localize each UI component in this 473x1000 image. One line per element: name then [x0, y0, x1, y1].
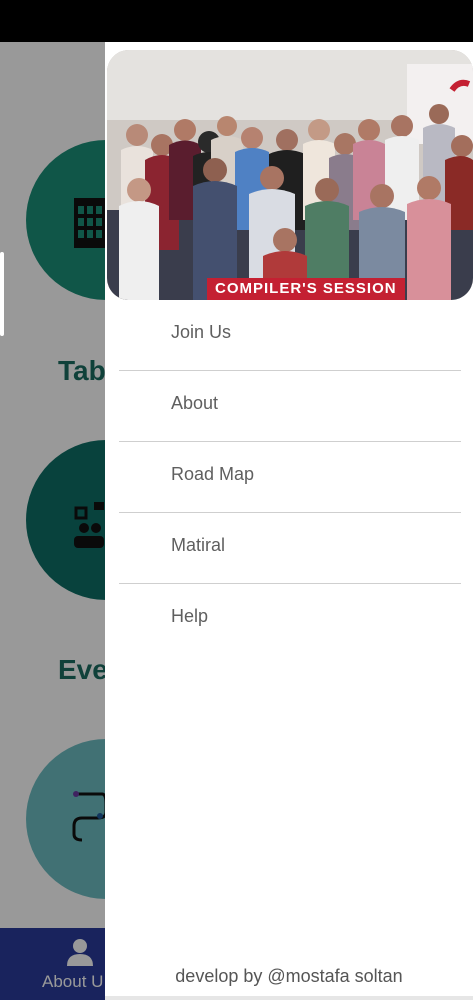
- drawer-item-label: About: [171, 393, 219, 413]
- drawer-item-help[interactable]: Help: [119, 584, 461, 654]
- drawer-item-label: Road Map: [171, 464, 255, 484]
- drawer-item-label: Matiral: [171, 535, 226, 555]
- drawer-menu: Join Us About Road Map Matiral Help: [119, 300, 461, 654]
- group-photo-image: [107, 50, 473, 300]
- scroll-indicator: [0, 252, 4, 336]
- drawer-item-label: Help: [171, 606, 209, 626]
- footer-divider: [105, 996, 473, 1000]
- developer-credit: develop by @mostafa soltan: [175, 966, 403, 986]
- session-banner: COMPILER'S SESSION: [207, 278, 405, 300]
- app-screen: Tab Eve About U COMPILER'S SESSION Join …: [0, 42, 473, 1000]
- drawer-item-join-us[interactable]: Join Us: [119, 300, 461, 371]
- navigation-drawer: COMPILER'S SESSION Join Us About Road Ma…: [105, 42, 473, 1000]
- drawer-item-about[interactable]: About: [119, 371, 461, 442]
- drawer-item-matiral[interactable]: Matiral: [119, 513, 461, 584]
- drawer-item-road-map[interactable]: Road Map: [119, 442, 461, 513]
- drawer-item-label: Join Us: [171, 322, 232, 342]
- status-bar: [0, 0, 473, 42]
- drawer-header-image: COMPILER'S SESSION: [107, 50, 473, 300]
